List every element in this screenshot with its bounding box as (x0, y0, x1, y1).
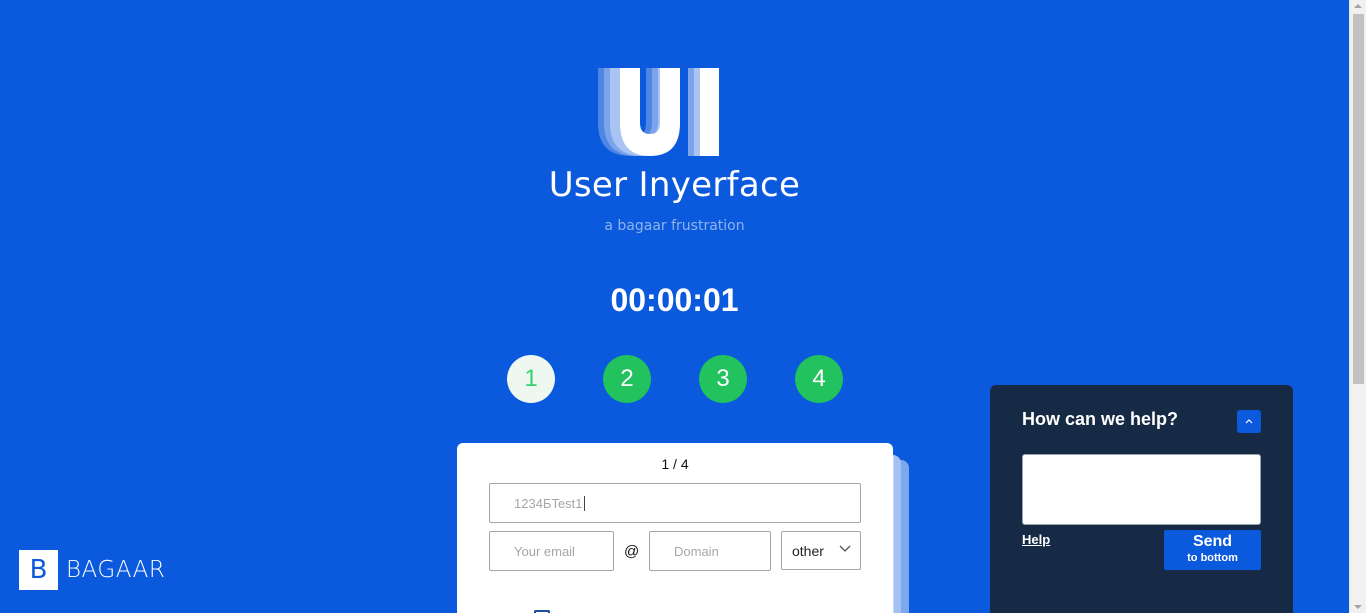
scroll-down-icon[interactable] (1354, 605, 1362, 609)
password-value: 1234БTest1 (514, 495, 583, 511)
send-sublabel: to bottom (1187, 552, 1238, 564)
collapse-button[interactable] (1237, 410, 1261, 433)
scrollbar-thumb[interactable] (1353, 14, 1364, 384)
tld-selected-value: other (792, 542, 824, 559)
help-title: How can we help? (1022, 409, 1179, 429)
tld-select[interactable]: other (781, 531, 861, 570)
ui-logo-icon (596, 68, 741, 158)
domain-placeholder: Domain (674, 543, 719, 559)
password-input[interactable]: 1234БTest1 (489, 483, 861, 523)
step-2: 2 (603, 355, 651, 403)
domain-input[interactable]: Domain (649, 531, 771, 571)
email-input[interactable]: Your email (489, 531, 614, 571)
bagaar-logo-icon: B (19, 550, 58, 590)
help-link[interactable]: Help (1022, 532, 1050, 547)
send-button[interactable]: Send to bottom (1164, 530, 1261, 570)
step-1: 1 (507, 355, 555, 403)
text-caret (583, 495, 585, 511)
help-textarea[interactable] (1022, 454, 1261, 525)
email-placeholder: Your email (514, 543, 575, 559)
login-card: 1 / 4 1234БTest1 Your email @ Domain oth… (457, 443, 893, 613)
app-subtitle: a bagaar frustration (604, 218, 745, 234)
at-symbol: @ (624, 543, 640, 560)
help-widget: How can we help? Help Send to bottom (990, 385, 1293, 613)
send-label: Send (1192, 533, 1233, 550)
page-indicator: 1 / 4 (661, 456, 689, 472)
step-3: 3 (699, 355, 747, 403)
app-title: User Inyerface (548, 165, 801, 205)
bagaar-name: BAGAAR (66, 557, 166, 583)
page-scrollbar[interactable] (1349, 0, 1366, 613)
timer: 00:00:01 (610, 282, 739, 318)
chevron-down-icon (839, 545, 851, 552)
chevron-up-icon (1245, 419, 1253, 424)
scroll-up-icon[interactable] (1354, 4, 1362, 8)
bagaar-brand[interactable]: B BAGAAR (19, 550, 165, 590)
step-4: 4 (795, 355, 843, 403)
step-indicator: 1 2 3 4 (507, 355, 843, 403)
